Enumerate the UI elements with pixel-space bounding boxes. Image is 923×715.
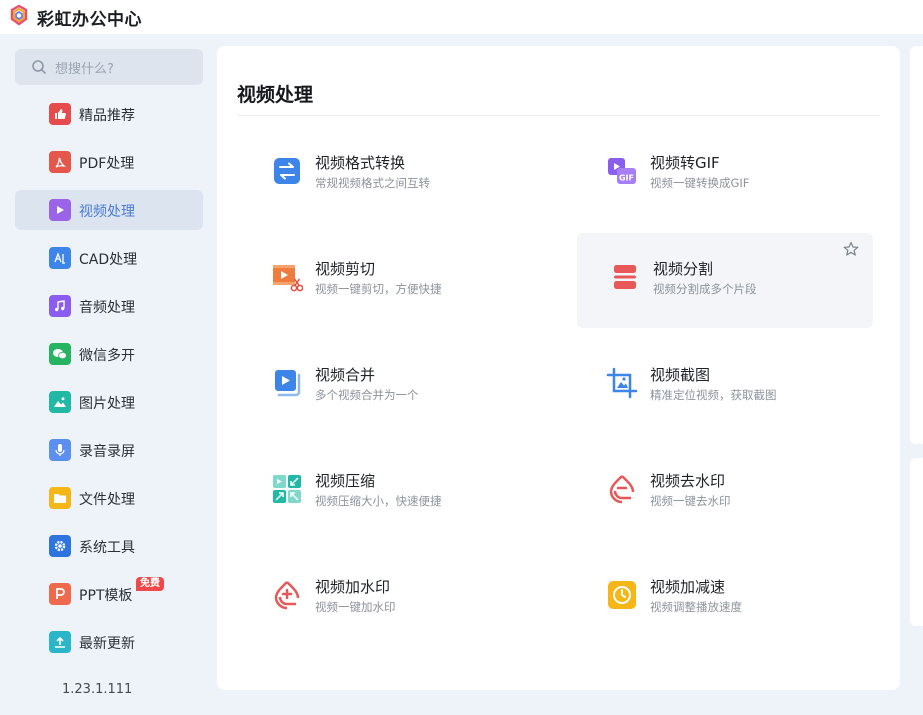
- sidebar-item-audio[interactable]: 音频处理: [15, 286, 203, 326]
- wechat-icon: [49, 343, 71, 365]
- card-video-compress[interactable]: 视频压缩 视频压缩大小，快速便捷: [239, 445, 535, 540]
- sidebar-item-label: 文件处理: [79, 492, 135, 508]
- sidebar-item-files[interactable]: 文件处理: [15, 478, 203, 518]
- gear-icon: [49, 535, 71, 557]
- side-panel-edge: [910, 458, 923, 626]
- sidebar-item-label: 视频处理: [79, 204, 135, 220]
- card-video-merge[interactable]: 视频合并 多个视频合并为一个: [239, 339, 535, 434]
- card-video-screenshot[interactable]: 视频截图 精准定位视频，获取截图: [574, 339, 870, 434]
- gif-icon: GIF: [608, 158, 636, 184]
- sidebar-item-image[interactable]: 图片处理: [15, 382, 203, 422]
- crop-image-icon: [606, 367, 638, 399]
- card-title: 视频转GIF: [650, 154, 720, 172]
- sidebar-item-system-tools[interactable]: 系统工具: [15, 526, 203, 566]
- card-video-cut[interactable]: 视频剪切 视频一键剪切，方便快捷: [239, 233, 535, 328]
- sidebar-item-cad[interactable]: CAD处理: [15, 238, 203, 278]
- card-description: 视频一键剪切，方便快捷: [315, 282, 442, 296]
- free-badge: 免费: [136, 577, 164, 591]
- sidebar-item-label: 微信多开: [79, 348, 135, 364]
- pdf-icon: [49, 151, 71, 173]
- sidebar-item-label: 系统工具: [79, 540, 135, 556]
- search-icon: [32, 60, 46, 74]
- add-watermark-icon: [274, 581, 300, 610]
- video-merge-icon: [275, 370, 301, 397]
- video-cut-icon: [273, 265, 303, 292]
- card-description: 视频一键转换成GIF: [650, 176, 750, 190]
- sidebar-item-video[interactable]: 视频处理: [15, 190, 203, 230]
- divider: [237, 115, 880, 116]
- card-video-split[interactable]: 视频分割 视频分割成多个片段: [577, 233, 873, 328]
- sidebar-item-label: CAD处理: [79, 252, 138, 268]
- card-title: 视频去水印: [650, 472, 726, 490]
- search-placeholder: 想搜什么?: [55, 62, 114, 77]
- card-description: 精准定位视频，获取截图: [650, 388, 777, 402]
- search-input[interactable]: 想搜什么?: [15, 49, 203, 85]
- cad-icon: [49, 247, 71, 269]
- version-label: 1.23.1.111: [62, 682, 133, 697]
- swap-arrows-icon: [274, 158, 300, 184]
- card-description: 视频压缩大小，快速便捷: [315, 494, 442, 508]
- card-title: 视频合并: [315, 366, 376, 384]
- speed-icon: [608, 581, 636, 609]
- upload-icon: [49, 631, 71, 653]
- card-description: 常规视频格式之间互转: [315, 176, 430, 190]
- sidebar-item-wechat[interactable]: 微信多开: [15, 334, 203, 374]
- title-bar: 彩虹办公中心: [0, 0, 923, 34]
- page-title: 视频处理: [237, 84, 314, 106]
- sidebar-item-label: PPT模板: [79, 588, 133, 604]
- sidebar-item-updates[interactable]: 最新更新: [15, 622, 203, 662]
- sidebar-item-label: 精品推荐: [79, 108, 135, 124]
- card-title: 视频压缩: [315, 472, 376, 490]
- card-video-to-gif[interactable]: GIF 视频转GIF 视频一键转换成GIF: [574, 127, 870, 222]
- card-description: 视频一键加水印: [315, 600, 396, 614]
- rainbow-logo-icon: [10, 4, 28, 26]
- image-icon: [49, 391, 71, 413]
- card-title: 视频剪切: [315, 260, 376, 278]
- sidebar-item-featured[interactable]: 精品推荐: [15, 94, 203, 134]
- card-description: 多个视频合并为一个: [315, 388, 419, 402]
- sidebar-item-label: 最新更新: [79, 636, 135, 652]
- favorite-star-icon[interactable]: [843, 241, 859, 257]
- card-title: 视频截图: [650, 366, 711, 384]
- ppt-icon: [49, 583, 71, 605]
- card-title: 视频分割: [653, 260, 714, 278]
- sidebar-item-label: 音频处理: [79, 300, 135, 316]
- remove-watermark-icon: [609, 475, 635, 504]
- sidebar-item-label: 录音录屏: [79, 444, 135, 460]
- card-title: 视频格式转换: [315, 154, 406, 172]
- card-video-speed[interactable]: 视频加减速 视频调整播放速度: [574, 551, 870, 646]
- card-video-add-watermark[interactable]: 视频加水印 视频一键加水印: [239, 551, 535, 646]
- card-description: 视频一键去水印: [650, 494, 731, 508]
- card-title: 视频加减速: [650, 578, 726, 596]
- card-description: 视频调整播放速度: [650, 600, 742, 614]
- app-title: 彩虹办公中心: [37, 10, 142, 30]
- sidebar-item-label: PDF处理: [79, 156, 135, 172]
- side-panel-edge: [910, 46, 923, 444]
- sidebar-item-ppt[interactable]: PPT模板 免费: [15, 574, 203, 614]
- music-note-icon: [49, 295, 71, 317]
- sidebar-item-pdf[interactable]: PDF处理: [15, 142, 203, 182]
- card-video-remove-watermark[interactable]: 视频去水印 视频一键去水印: [574, 445, 870, 540]
- sidebar-item-recording[interactable]: 录音录屏: [15, 430, 203, 470]
- sidebar-item-label: 图片处理: [79, 396, 135, 412]
- thumbs-up-icon: [49, 103, 71, 125]
- play-icon: [49, 199, 71, 221]
- card-video-format-convert[interactable]: 视频格式转换 常规视频格式之间互转: [239, 127, 535, 222]
- compress-icon: [273, 475, 301, 503]
- card-title: 视频加水印: [315, 578, 391, 596]
- folder-icon: [49, 487, 71, 509]
- main-panel: 视频处理 视频格式转换 常规视频格式之间互转 GIF 视频转GIF 视频一键转换…: [217, 46, 900, 690]
- microphone-icon: [49, 439, 71, 461]
- svg-text:GIF: GIF: [619, 174, 634, 183]
- card-description: 视频分割成多个片段: [653, 282, 757, 296]
- split-icon: [614, 265, 636, 289]
